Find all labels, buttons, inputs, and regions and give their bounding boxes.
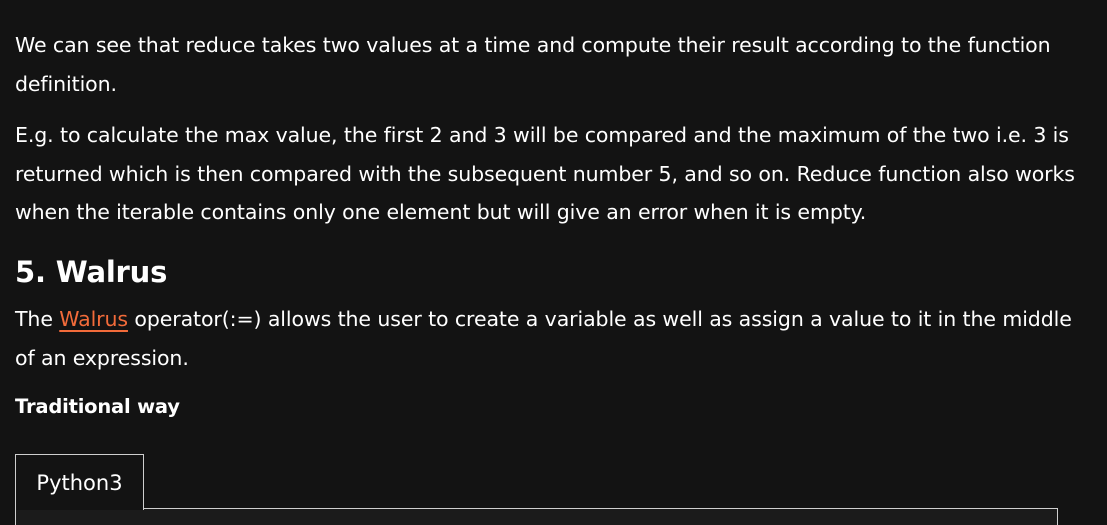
section-heading-walrus: 5. Walrus [15, 255, 168, 289]
code-block [15, 508, 1058, 525]
walrus-text-after: operator(:=) allows the user to create a… [15, 307, 1072, 370]
walrus-paragraph: The Walrus operator(:=) allows the user … [15, 300, 1075, 377]
traditional-way-label: Traditional way [15, 395, 180, 418]
walrus-link[interactable]: Walrus [59, 307, 128, 331]
article-content: We can see that reduce takes two values … [0, 0, 1107, 525]
code-tab-python3[interactable]: Python3 [15, 454, 144, 510]
reduce-paragraph: We can see that reduce takes two values … [15, 33, 1051, 96]
example-paragraph: E.g. to calculate the max value, the fir… [15, 123, 1075, 224]
walrus-text-before: The [15, 307, 60, 331]
